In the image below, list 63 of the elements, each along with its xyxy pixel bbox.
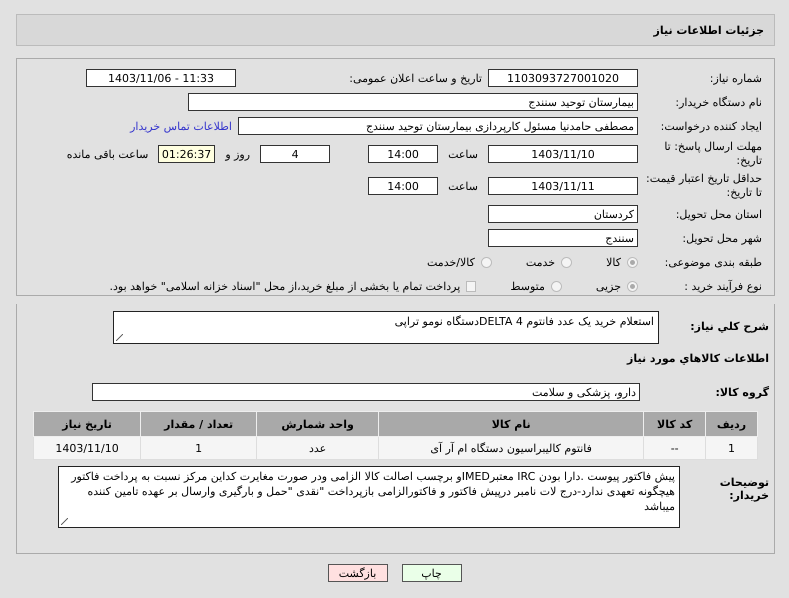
radio-label: خدمت bbox=[526, 256, 556, 268]
column-header: واحد شمارش bbox=[256, 412, 379, 436]
field-label: شماره نیاز: bbox=[708, 72, 763, 84]
column-header: نام کالا bbox=[378, 412, 644, 436]
summary-textarea[interactable]: استعلام خرید یک عدد فانتوم DELTA 4دستگاه نومو تراپی bbox=[113, 311, 659, 344]
radio-button[interactable] bbox=[480, 256, 492, 268]
time-label: ساعت bbox=[447, 180, 479, 192]
radio-label: متوسط bbox=[510, 280, 545, 292]
radio-button[interactable] bbox=[550, 280, 562, 292]
field-label: نوع فرآیند خرید : bbox=[683, 280, 763, 292]
validity-date-field: 1403/11/11 bbox=[488, 177, 638, 195]
field-label: استان محل تحویل: bbox=[674, 208, 763, 220]
column-header: ردیف bbox=[706, 412, 758, 436]
field-label: شهر محل تحویل: bbox=[681, 232, 763, 244]
field-label: شرح کلي نياز: bbox=[689, 319, 770, 333]
field-label: گروه کالا: bbox=[714, 385, 770, 399]
table-cell: 1 bbox=[706, 436, 758, 460]
checkbox-label: پرداخت تمام یا بخشی از مبلغ خرید،از محل "اسناد خزانه اسلامی" خواهد بود. bbox=[110, 280, 460, 292]
announce-date-field: 1403/11/06 - 11:33 bbox=[86, 69, 236, 87]
field-label: حداقل تاریخ اعتبار قیمت: تا تاریخ: bbox=[645, 172, 763, 200]
table-cell: -- bbox=[644, 436, 706, 460]
field-label: نام دستگاه خریدار: bbox=[674, 96, 763, 108]
column-header: تاریخ نیاز bbox=[34, 412, 141, 436]
field-label: توضیحات خریدار: bbox=[718, 475, 770, 502]
column-header: کد کالا bbox=[644, 412, 706, 436]
buyer-org-field: بیمارستان توحید سنندج bbox=[188, 93, 638, 111]
action-button[interactable]: بازگشت bbox=[328, 564, 388, 582]
radio-label: کالا bbox=[606, 256, 621, 268]
checkbox[interactable] bbox=[466, 280, 476, 292]
radio-label: کالا/خدمت bbox=[427, 256, 475, 268]
column-header: تعداد / مقدار bbox=[140, 412, 257, 436]
page-title: جزئیات اطلاعات نیاز bbox=[654, 24, 764, 36]
buyer-notes-textarea[interactable]: پیش فاکتور پیوست .دارا بودن IRC معتبرIMEDو برچسب اصالت کالا الزامی ودر صورت مغایرت کداین مرکز نسبت به پرداخت فاکتور هیچگونه تعهدی ندارد-درج لات نامبر درپیش فاکتور و فاکتورالزامی بازپرداخت "نقدی "حمل و بارگیری وارسال بر عهده تامین کننده میباشد bbox=[58, 466, 680, 528]
table-cell: 1 bbox=[140, 436, 257, 460]
radio-label: جزیی bbox=[596, 280, 621, 292]
days-field: 4 bbox=[260, 145, 330, 163]
field-label: طبقه بندی موضوعی: bbox=[664, 256, 763, 268]
days-label: روز و bbox=[224, 148, 252, 160]
remaining-time-field: 01:26:37 bbox=[158, 145, 216, 163]
action-button[interactable]: چاپ bbox=[402, 564, 462, 582]
table-cell: 1403/11/10 bbox=[34, 436, 141, 460]
field-label: مهلت ارسال پاسخ: تا تاریخ: bbox=[663, 140, 763, 168]
province-field: کردستان bbox=[488, 205, 638, 223]
validity-time-field: 14:00 bbox=[368, 177, 438, 195]
table-cell: فانتوم کالیبراسیون دستگاه ام آر آی bbox=[378, 436, 644, 460]
field-label: تاریخ و ساعت اعلان عمومی: bbox=[348, 72, 483, 84]
section-title: اطلاعات کالاهاي مورد نياز bbox=[626, 351, 770, 367]
time-label: ساعت bbox=[447, 148, 479, 160]
resize-grip-icon bbox=[116, 334, 123, 341]
resize-grip-icon bbox=[61, 518, 68, 525]
need-number-field: 1103093727001020 bbox=[488, 69, 638, 87]
field-label: ایجاد کننده درخواست: bbox=[660, 120, 763, 132]
creator-field: مصطفی حامدنیا مسئول کارپردازی بیمارستان توحید سنندج bbox=[238, 117, 638, 135]
deadline-date-field: 1403/11/10 bbox=[488, 145, 638, 163]
deadline-time-field: 14:00 bbox=[368, 145, 438, 163]
city-field: سنندج bbox=[488, 229, 638, 247]
remaining-label: ساعت باقی مانده bbox=[66, 148, 150, 160]
buyer-contact-link[interactable]: اطلاعات تماس خریدار bbox=[130, 120, 232, 132]
radio-button[interactable] bbox=[627, 256, 638, 268]
radio-button[interactable] bbox=[561, 256, 572, 268]
table-cell: عدد bbox=[256, 436, 379, 460]
goods-group-field: دارو، پزشکی و سلامت bbox=[92, 383, 640, 401]
radio-button[interactable] bbox=[627, 280, 638, 292]
